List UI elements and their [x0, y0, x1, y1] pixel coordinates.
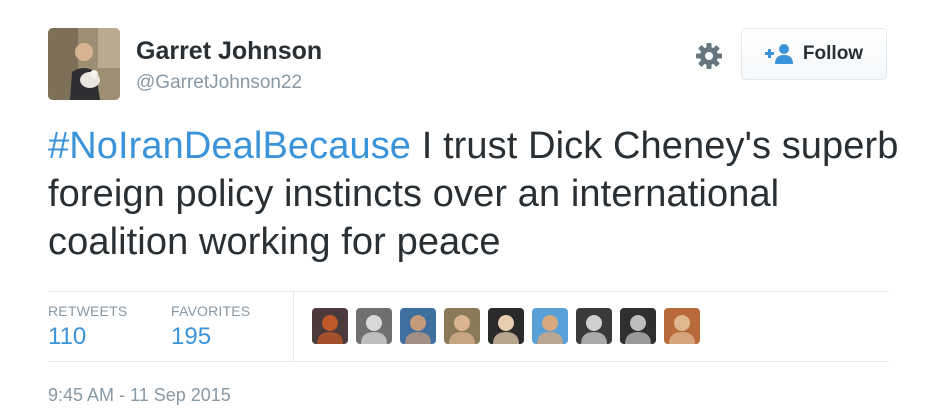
tweet-timestamp[interactable]: 9:45 AM - 11 Sep 2015 — [48, 385, 231, 406]
favorites-count: 195 — [171, 323, 212, 350]
retweets-stat[interactable]: RETWEETS 110 — [48, 303, 127, 351]
follow-label: Follow — [802, 43, 864, 64]
retweets-label: RETWEETS — [48, 303, 128, 319]
favoriter-avatar[interactable] — [312, 308, 348, 344]
user-handle[interactable]: @GarretJohnson22 — [136, 72, 302, 94]
favoriter-avatar[interactable] — [488, 308, 524, 344]
favoriter-avatar[interactable] — [620, 308, 656, 344]
favoriter-avatars — [312, 308, 700, 344]
stats-divider-bottom — [48, 361, 889, 362]
favoriter-avatar[interactable] — [532, 308, 568, 344]
add-user-icon — [764, 43, 795, 65]
favorites-label: FAVORITES — [171, 303, 251, 319]
stats-divider-top — [48, 291, 889, 292]
favoriter-avatar[interactable] — [664, 308, 700, 344]
favorites-stat[interactable]: FAVORITES 195 — [171, 303, 250, 351]
retweets-count: 110 — [48, 323, 87, 350]
favoriter-avatar[interactable] — [444, 308, 480, 344]
favoriter-avatar[interactable] — [400, 308, 436, 344]
gear-icon[interactable] — [693, 40, 725, 72]
avatar[interactable] — [48, 28, 120, 100]
tweet-text: #NoIranDealBecause I trust Dick Cheney's… — [48, 122, 908, 266]
favoriter-avatar[interactable] — [576, 308, 612, 344]
stats-separator — [293, 291, 294, 361]
follow-button[interactable]: Follow — [741, 28, 887, 80]
favoriter-avatar[interactable] — [356, 308, 392, 344]
user-fullname[interactable]: Garret Johnson — [136, 37, 322, 66]
hashtag-link[interactable]: #NoIranDealBecause — [48, 125, 411, 167]
